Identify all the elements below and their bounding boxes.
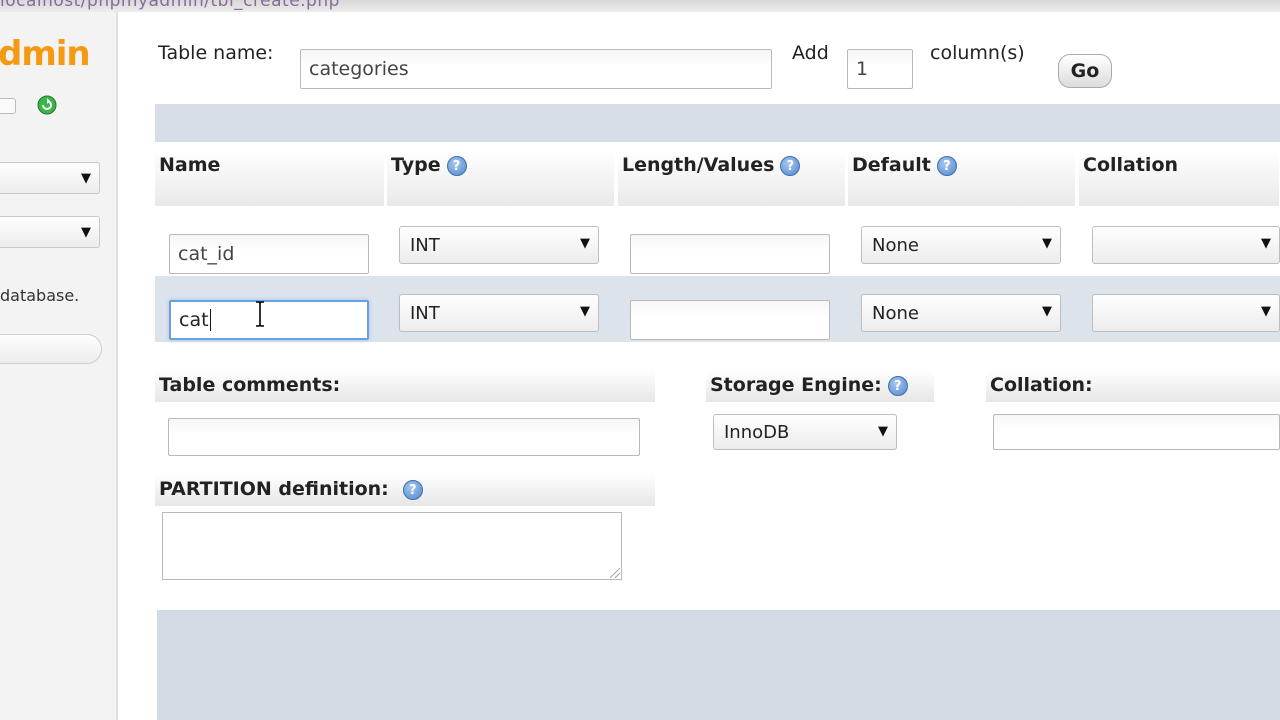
bottom-action-panel [157, 610, 1280, 720]
chevron-down-icon: ▼ [1261, 236, 1271, 251]
storage-engine-value: InnoDB [724, 421, 790, 443]
column-name-input[interactable]: cat_id [169, 234, 369, 274]
header-length-label: Length/Values [622, 154, 775, 176]
column-name-input[interactable]: cat [169, 300, 369, 340]
header-collation-label: Collation [1083, 154, 1179, 176]
column-name-value: cat [179, 309, 209, 331]
table-row: cat INT ▼ None ▼ ▼ [155, 276, 1280, 342]
nav-home-button[interactable] [0, 98, 16, 114]
browser-url-strip: localhost/phpmyadmin/tbl_create.php [0, 0, 1280, 12]
breadcrumb: localhost/phpmyadmin/tbl_create.php [0, 0, 340, 11]
table-name-input[interactable]: categories [300, 49, 772, 89]
column-collation-select[interactable]: ▼ [1092, 226, 1280, 264]
table-comments-input[interactable] [168, 418, 640, 456]
header-name: Name [155, 150, 385, 206]
table-name-label: Table name: [158, 42, 274, 64]
header-default: Default? [848, 150, 1076, 206]
database-select[interactable]: ▼ [0, 216, 100, 248]
partition-label: PARTITION definition: [159, 478, 389, 500]
help-icon[interactable]: ? [446, 155, 467, 176]
collation-select[interactable] [993, 414, 1280, 450]
table-name-value: categories [309, 58, 409, 80]
columns-label: column(s) [930, 42, 1025, 64]
server-select[interactable]: ▼ [0, 162, 100, 194]
nav-db-hint: database. [0, 286, 80, 305]
storage-engine-select[interactable]: InnoDB ▼ [713, 414, 897, 450]
columns-table-header: Name Type? Length/Values? Default? Colla… [155, 150, 1280, 206]
partition-textarea[interactable] [162, 512, 622, 580]
text-cursor-icon [256, 301, 264, 327]
create-table-form: Table name: categories Add 1 column(s) G… [120, 12, 1280, 720]
column-type-select[interactable]: INT ▼ [399, 294, 599, 332]
help-icon[interactable]: ? [780, 155, 801, 176]
storage-engine-label: Storage Engine: [710, 374, 882, 396]
resize-handle-icon[interactable] [610, 568, 620, 578]
table-row: cat_id INT ▼ None ▼ ▼ [155, 206, 1280, 276]
go-button[interactable]: Go [1058, 54, 1112, 88]
help-icon[interactable]: ? [402, 479, 423, 500]
header-default-label: Default [852, 154, 931, 176]
add-columns-input[interactable]: 1 [847, 49, 913, 89]
column-length-input[interactable] [630, 234, 830, 274]
column-default-value: None [872, 302, 919, 324]
help-icon[interactable]: ? [936, 155, 957, 176]
chevron-down-icon: ▼ [1042, 236, 1052, 251]
column-name-value: cat_id [178, 243, 235, 265]
table-header-bar [155, 104, 1280, 142]
chevron-down-icon: ▼ [81, 171, 91, 186]
column-type-value: INT [410, 302, 440, 324]
column-type-value: INT [410, 234, 440, 256]
table-comments-label: Table comments: [159, 374, 341, 396]
column-type-select[interactable]: INT ▼ [399, 226, 599, 264]
header-type: Type? [387, 150, 615, 206]
table-comments-heading: Table comments: [155, 370, 655, 402]
header-type-label: Type [391, 154, 441, 176]
column-length-input[interactable] [630, 300, 830, 340]
column-collation-select[interactable]: ▼ [1092, 294, 1280, 332]
header-collation: Collation [1079, 150, 1280, 206]
help-icon[interactable]: ? [887, 375, 908, 396]
chevron-down-icon: ▼ [580, 236, 590, 251]
left-navigation: dmin ▼ ▼ database. [0, 12, 118, 720]
chevron-down-icon: ▼ [1042, 304, 1052, 319]
storage-engine-heading: Storage Engine:? [706, 370, 934, 402]
column-default-select[interactable]: None ▼ [861, 294, 1061, 332]
partition-heading: PARTITION definition:? [155, 474, 655, 506]
header-length: Length/Values? [618, 150, 846, 206]
text-caret [209, 309, 211, 331]
reload-icon[interactable] [36, 94, 58, 116]
chevron-down-icon: ▼ [81, 225, 91, 240]
collation-label: Collation: [990, 374, 1093, 396]
column-default-select[interactable]: None ▼ [861, 226, 1061, 264]
chevron-down-icon: ▼ [878, 424, 888, 439]
collation-heading: Collation: [986, 370, 1280, 402]
chevron-down-icon: ▼ [1261, 304, 1271, 319]
column-default-value: None [872, 234, 919, 256]
chevron-down-icon: ▼ [580, 304, 590, 319]
add-columns-value: 1 [856, 58, 869, 80]
phpmyadmin-logo: dmin [0, 34, 91, 74]
nav-filter-input[interactable] [0, 334, 102, 364]
add-label: Add [792, 42, 829, 64]
header-name-label: Name [159, 154, 221, 176]
